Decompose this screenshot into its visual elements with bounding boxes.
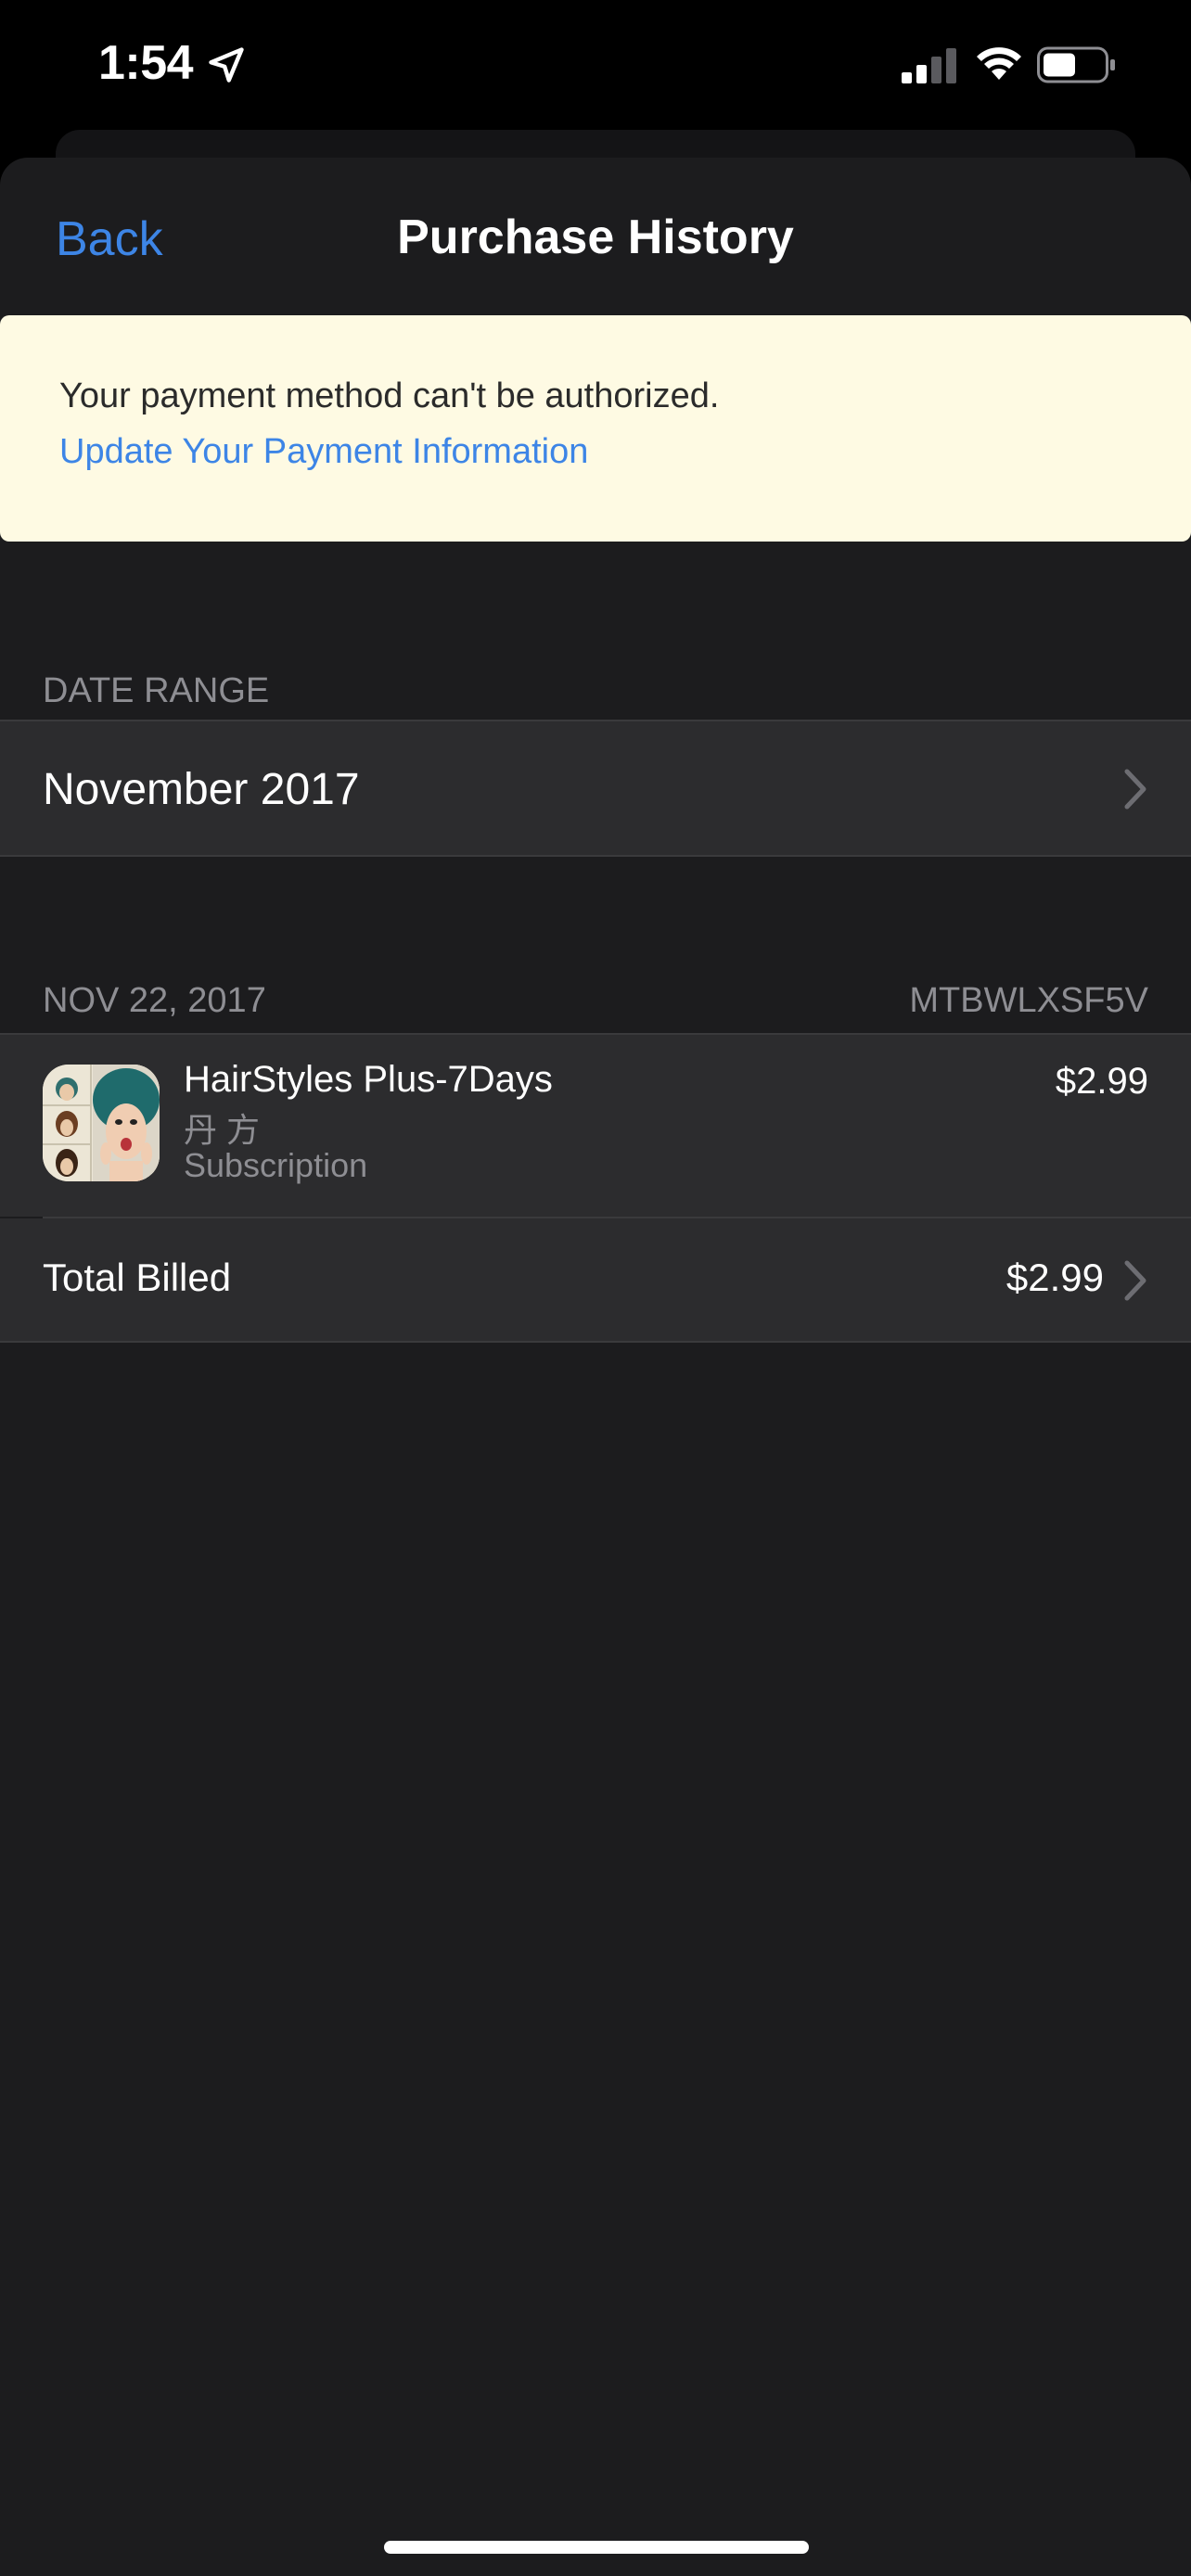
date-range-header: DATE RANGE — [43, 671, 270, 710]
order-date: NOV 22, 2017 — [43, 981, 266, 1020]
purchase-history-sheet: Purchase History Back Your payment metho… — [0, 158, 1191, 2576]
payment-warning-banner: Your payment method can't be authorized.… — [0, 315, 1191, 542]
date-range-row[interactable]: November 2017 — [0, 721, 1191, 855]
divider — [0, 1341, 1191, 1343]
chevron-right-icon — [1124, 1260, 1146, 1301]
battery-icon — [1037, 46, 1115, 83]
order-id: MTBWLXSF5V — [909, 981, 1148, 1020]
wifi-icon — [977, 47, 1021, 80]
date-range-value: November 2017 — [43, 765, 360, 814]
cellular-signal-icon — [902, 48, 956, 83]
divider — [0, 855, 1191, 857]
item-developer: 丹 方 — [184, 1111, 261, 1149]
status-time: 1:54 — [98, 36, 194, 90]
banner-message: Your payment method can't be authorized. — [59, 376, 720, 415]
screen: 1:54 Purchase History Back Your payment … — [0, 0, 1191, 2576]
page-title: Purchase History — [397, 210, 794, 264]
chevron-right-icon — [1124, 769, 1146, 810]
total-billed-row[interactable]: Total Billed $2.99 — [0, 1218, 1191, 1341]
back-button[interactable]: Back — [56, 211, 163, 267]
item-type: Subscription — [184, 1146, 368, 1184]
hairstyles-app-icon — [43, 1065, 160, 1181]
total-billed-label: Total Billed — [43, 1256, 232, 1299]
item-price: $2.99 — [1055, 1061, 1148, 1102]
update-payment-link[interactable]: Update Your Payment Information — [59, 432, 588, 472]
home-indicator[interactable] — [384, 2541, 809, 2554]
item-name: HairStyles Plus-7Days — [184, 1059, 553, 1100]
status-bar: 1:54 — [0, 0, 1191, 130]
total-billed-value: $2.99 — [1005, 1256, 1104, 1299]
purchase-item-row[interactable]: HairStyles Plus-7Days 丹 方 Subscription $… — [0, 1035, 1191, 1217]
location-arrow-icon — [209, 47, 244, 83]
